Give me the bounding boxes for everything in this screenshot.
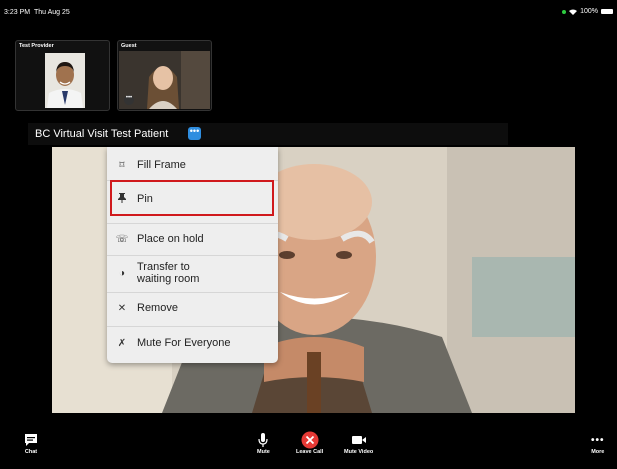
status-time-date: 3:23 PM Thu Aug 25 (4, 9, 70, 16)
menu-item-fill-frame[interactable]: ⌑ Fill Frame (107, 154, 278, 176)
battery-icon (601, 9, 613, 14)
participant-label: Guest (121, 43, 137, 49)
mute-video-label: Mute Video (344, 449, 374, 455)
fill-frame-icon: ⌑ (119, 159, 125, 171)
chat-button[interactable]: Chat (24, 431, 38, 455)
participant-tile-guest[interactable]: Guest ••• (117, 40, 212, 111)
transfer-icon: ◑ (118, 267, 126, 279)
status-time: 3:23 PM (4, 9, 31, 16)
mute-label: Mute (257, 449, 270, 455)
hold-icon: ☏ (115, 233, 129, 245)
menu-item-mute-for-everyone[interactable]: ✗ Mute For Everyone (107, 326, 278, 359)
close-icon: ✕ (117, 302, 127, 314)
more-label: More (591, 449, 605, 455)
menu-item-label: Fill Frame (137, 159, 186, 171)
patient-name: BC Virtual Visit Test Patient (35, 128, 169, 140)
mute-button[interactable]: Mute (257, 431, 270, 455)
wifi-icon (569, 8, 578, 15)
leave-call-label: Leave Call (296, 449, 324, 455)
pin-highlight-box (110, 180, 274, 216)
participant-label: Test Provider (19, 43, 54, 49)
status-bar: 3:23 PM Thu Aug 25 100% (0, 0, 617, 22)
status-indicators: 100% (562, 8, 613, 15)
more-icon: ••• (591, 434, 605, 446)
mute-everyone-icon: ✗ (117, 337, 127, 349)
more-button[interactable]: ••• More (591, 431, 605, 456)
menu-item-remove[interactable]: ✕ Remove (107, 292, 278, 323)
call-toolbar: Chat Mute Leave Call Mute Video ••• More (0, 413, 617, 469)
participant-options-button[interactable]: ••• (188, 127, 201, 140)
status-date: Thu Aug 25 (33, 9, 70, 16)
chat-label: Chat (24, 449, 38, 455)
battery-percent: 100% (580, 8, 598, 15)
provider-photo (45, 53, 85, 108)
chat-icon (24, 431, 38, 449)
participant-tile-provider[interactable]: Test Provider (15, 40, 110, 111)
mic-indicator-icon (562, 9, 567, 14)
menu-item-transfer-waiting-room[interactable]: ◑ Transfer to waiting room (107, 255, 278, 290)
menu-item-place-on-hold[interactable]: ☏ Place on hold (107, 223, 278, 254)
leave-call-button[interactable]: Leave Call (296, 431, 323, 455)
menu-item-label: Transfer to waiting room (137, 261, 199, 285)
guest-more-button[interactable]: ••• (124, 95, 134, 105)
menu-item-label: Mute For Everyone (137, 337, 231, 349)
video-camera-icon (351, 431, 367, 449)
microphone-icon (257, 431, 269, 449)
mute-video-button[interactable]: Mute Video (344, 431, 373, 455)
menu-item-label-line2: waiting room (137, 273, 200, 285)
menu-item-label: Place on hold (137, 233, 204, 245)
menu-item-label: Remove (137, 302, 178, 314)
menu-item-label-line1: Transfer to (137, 261, 190, 273)
participant-title-bar: BC Virtual Visit Test Patient ••• (28, 123, 508, 145)
leave-call-icon (301, 431, 319, 449)
video-call-screen: 3:23 PM Thu Aug 25 100% Test Provider Gu… (0, 0, 617, 469)
